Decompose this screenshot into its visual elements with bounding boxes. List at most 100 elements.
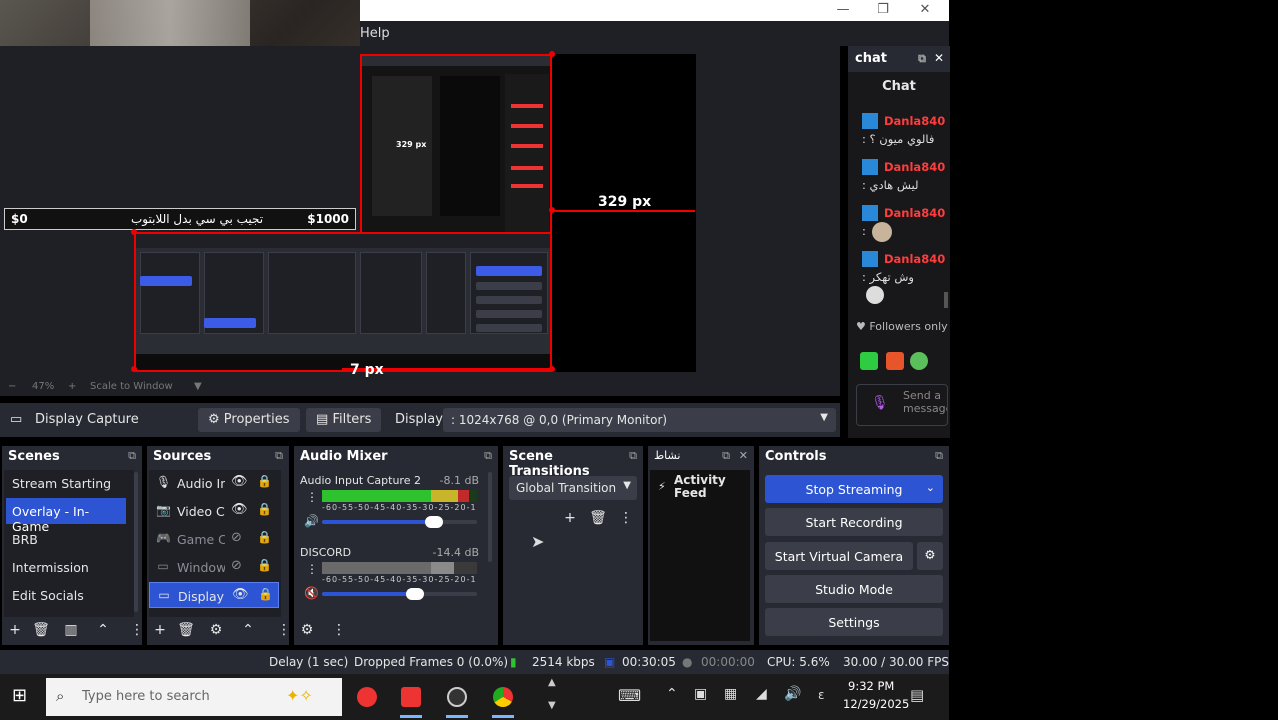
float-icon[interactable]: ⧉ bbox=[275, 449, 283, 463]
display-select[interactable]: : 1024x768 @ 0,0 (Primary Monitor) ▼ bbox=[443, 408, 836, 432]
source-item[interactable]: 📷 Video Ca 👁 🔒 bbox=[149, 498, 279, 524]
keyboard-icon[interactable]: ⌨ bbox=[618, 686, 641, 705]
speaker-icon[interactable]: 🔊 bbox=[304, 514, 319, 528]
settings-button[interactable]: Settings bbox=[765, 608, 943, 636]
float-icon[interactable]: ⧉ bbox=[935, 449, 943, 463]
eye-hidden-icon[interactable]: ⊘ bbox=[231, 558, 242, 573]
menu-help[interactable]: Help bbox=[360, 26, 390, 41]
advanced-audio-icon[interactable]: ⚙ bbox=[298, 622, 316, 638]
eye-icon[interactable]: 👁 bbox=[232, 587, 249, 602]
zoom-mode[interactable]: Scale to Window bbox=[90, 381, 173, 392]
zoom-dropdown-icon[interactable]: ▼ bbox=[194, 381, 202, 392]
close-button[interactable]: ✕ bbox=[910, 2, 940, 17]
scene-item-selected[interactable]: Overlay - In-Game bbox=[6, 498, 126, 534]
chevron-up-icon[interactable]: ⌃ bbox=[239, 622, 257, 638]
tray-icon[interactable]: ▣ bbox=[694, 686, 707, 702]
source-item[interactable]: 🎮 Game Ca ⊘ 🔒 bbox=[149, 526, 279, 552]
notification-icon[interactable]: ▤ bbox=[910, 686, 924, 704]
minimize-button[interactable]: — bbox=[828, 2, 858, 17]
more-icon[interactable]: ⋮ bbox=[275, 622, 293, 638]
chevron-up-icon[interactable]: ⌃ bbox=[94, 622, 112, 638]
scene-item[interactable]: Edit Socials bbox=[6, 582, 126, 608]
resize-handle[interactable] bbox=[131, 366, 137, 372]
add-icon[interactable]: + bbox=[6, 622, 24, 638]
chevron-down-icon[interactable]: ▼ bbox=[548, 700, 556, 711]
scrollbar[interactable] bbox=[134, 472, 138, 612]
source-item[interactable]: ▭ Window ⊘ 🔒 bbox=[149, 554, 279, 580]
mic-icon[interactable]: 🎙 bbox=[871, 396, 889, 410]
chevron-up-icon[interactable]: ⌃ bbox=[666, 686, 678, 702]
chat-input[interactable]: 🎙 Send a message bbox=[856, 384, 948, 426]
muted-speaker-icon[interactable]: 🔇 bbox=[304, 586, 319, 600]
tray-icon[interactable]: ▦ bbox=[724, 686, 737, 702]
restore-button[interactable]: ❐ bbox=[868, 2, 898, 17]
emote-icon[interactable] bbox=[886, 352, 904, 370]
eye-icon[interactable]: 👁 bbox=[231, 502, 248, 517]
more-icon[interactable]: ⋮ bbox=[306, 562, 318, 576]
language-icon[interactable]: ε bbox=[818, 688, 825, 702]
emote-icon[interactable] bbox=[910, 352, 928, 370]
trash-icon[interactable]: 🗑 bbox=[589, 510, 607, 526]
more-icon[interactable]: ⋮ bbox=[128, 622, 146, 638]
scrollbar[interactable] bbox=[944, 292, 948, 308]
more-icon[interactable]: ⋮ bbox=[306, 490, 318, 504]
resize-handle[interactable] bbox=[549, 51, 555, 57]
more-icon[interactable]: ⋮ bbox=[330, 622, 348, 638]
volume-slider[interactable] bbox=[322, 516, 477, 528]
stop-streaming-button[interactable]: Stop Streaming ⌄ bbox=[765, 475, 943, 503]
studio-mode-button[interactable]: Studio Mode bbox=[765, 575, 943, 603]
chevron-up-icon[interactable]: ▲ bbox=[548, 677, 556, 688]
add-icon[interactable]: + bbox=[151, 622, 169, 638]
scene-item[interactable]: Intermission bbox=[6, 554, 126, 580]
network-icon[interactable]: ◢ bbox=[756, 686, 767, 702]
lock-icon[interactable]: 🔒 bbox=[257, 558, 272, 572]
resize-handle[interactable] bbox=[549, 207, 555, 213]
chrome-icon[interactable] bbox=[486, 680, 520, 718]
chevron-down-icon[interactable]: ⌄ bbox=[926, 481, 935, 494]
start-virtual-camera-button[interactable]: Start Virtual Camera bbox=[765, 542, 913, 570]
start-recording-button[interactable]: Start Recording bbox=[765, 508, 943, 536]
scene-item[interactable]: Stream Starting bbox=[6, 470, 126, 496]
gear-icon[interactable]: ⚙ bbox=[207, 622, 225, 638]
clock-date[interactable]: 12/29/2025 bbox=[843, 697, 909, 711]
obs-icon[interactable] bbox=[440, 680, 474, 718]
zoom-out-button[interactable]: − bbox=[8, 381, 16, 392]
lock-icon[interactable]: 🔒 bbox=[257, 474, 272, 488]
filters-button[interactable]: ▤ Filters bbox=[306, 408, 382, 432]
float-icon[interactable]: ⧉ bbox=[918, 52, 926, 66]
filter-icon[interactable]: ▥ bbox=[62, 622, 80, 638]
properties-button[interactable]: ⚙ Properties bbox=[198, 408, 300, 432]
resize-handle[interactable] bbox=[549, 366, 555, 372]
trash-icon[interactable]: 🗑 bbox=[177, 622, 195, 638]
virtual-camera-settings-button[interactable]: ⚙ bbox=[917, 542, 943, 570]
app-icon[interactable] bbox=[394, 680, 428, 718]
zoom-in-button[interactable]: + bbox=[68, 381, 76, 392]
volume-icon[interactable]: 🔊 bbox=[784, 686, 801, 702]
transition-select[interactable]: Global Transition ▼ bbox=[509, 476, 637, 500]
lock-icon[interactable]: 🔒 bbox=[258, 587, 273, 601]
scrollbar[interactable] bbox=[488, 472, 492, 562]
eye-icon[interactable]: 👁 bbox=[231, 474, 248, 489]
resize-handle[interactable] bbox=[131, 229, 137, 235]
eye-hidden-icon[interactable]: ⊘ bbox=[231, 530, 242, 545]
lock-icon[interactable]: 🔒 bbox=[257, 530, 272, 544]
scene-item[interactable]: BRB bbox=[6, 526, 126, 552]
lock-icon[interactable]: 🔒 bbox=[257, 502, 272, 516]
source-item-selected[interactable]: ▭ Display C 👁 🔒 bbox=[149, 582, 279, 608]
close-icon[interactable]: ✕ bbox=[739, 449, 748, 462]
volume-slider[interactable] bbox=[322, 588, 477, 600]
float-icon[interactable]: ⧉ bbox=[484, 449, 492, 463]
taskbar-search[interactable]: ⌕ Type here to search ✦✧ bbox=[46, 678, 342, 716]
float-icon[interactable]: ⧉ bbox=[722, 449, 730, 463]
close-icon[interactable]: ✕ bbox=[934, 51, 944, 65]
clock-time[interactable]: 9:32 PM bbox=[848, 679, 894, 693]
more-icon[interactable]: ⋮ bbox=[617, 510, 635, 526]
emote-icon[interactable] bbox=[860, 352, 878, 370]
source-item[interactable]: 🎙 Audio In 👁 🔒 bbox=[149, 470, 279, 496]
float-icon[interactable]: ⧉ bbox=[128, 449, 136, 463]
add-icon[interactable]: + bbox=[561, 510, 579, 526]
float-icon[interactable]: ⧉ bbox=[629, 449, 637, 463]
trash-icon[interactable]: 🗑 bbox=[32, 622, 50, 638]
app-icon[interactable] bbox=[350, 680, 384, 714]
windows-start-icon[interactable]: ⊞ bbox=[12, 685, 27, 706]
